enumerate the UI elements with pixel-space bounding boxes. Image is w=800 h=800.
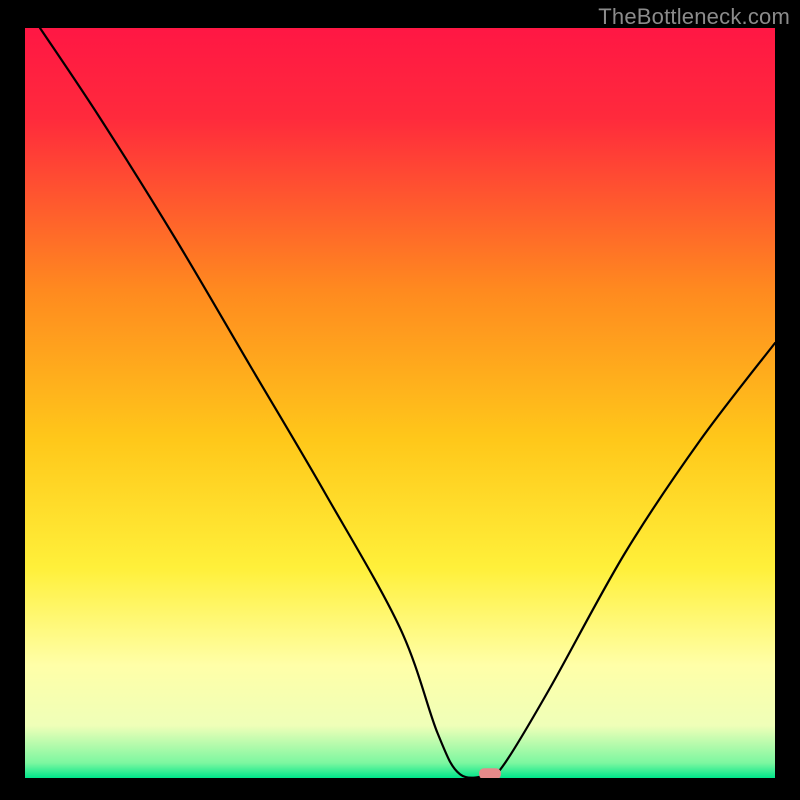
chart-frame: TheBottleneck.com [0, 0, 800, 800]
chart-plot-area [25, 28, 775, 778]
gradient-background [25, 28, 775, 778]
chart-svg [25, 28, 775, 778]
watermark-label: TheBottleneck.com [598, 4, 790, 30]
optimal-point-marker [479, 768, 501, 778]
